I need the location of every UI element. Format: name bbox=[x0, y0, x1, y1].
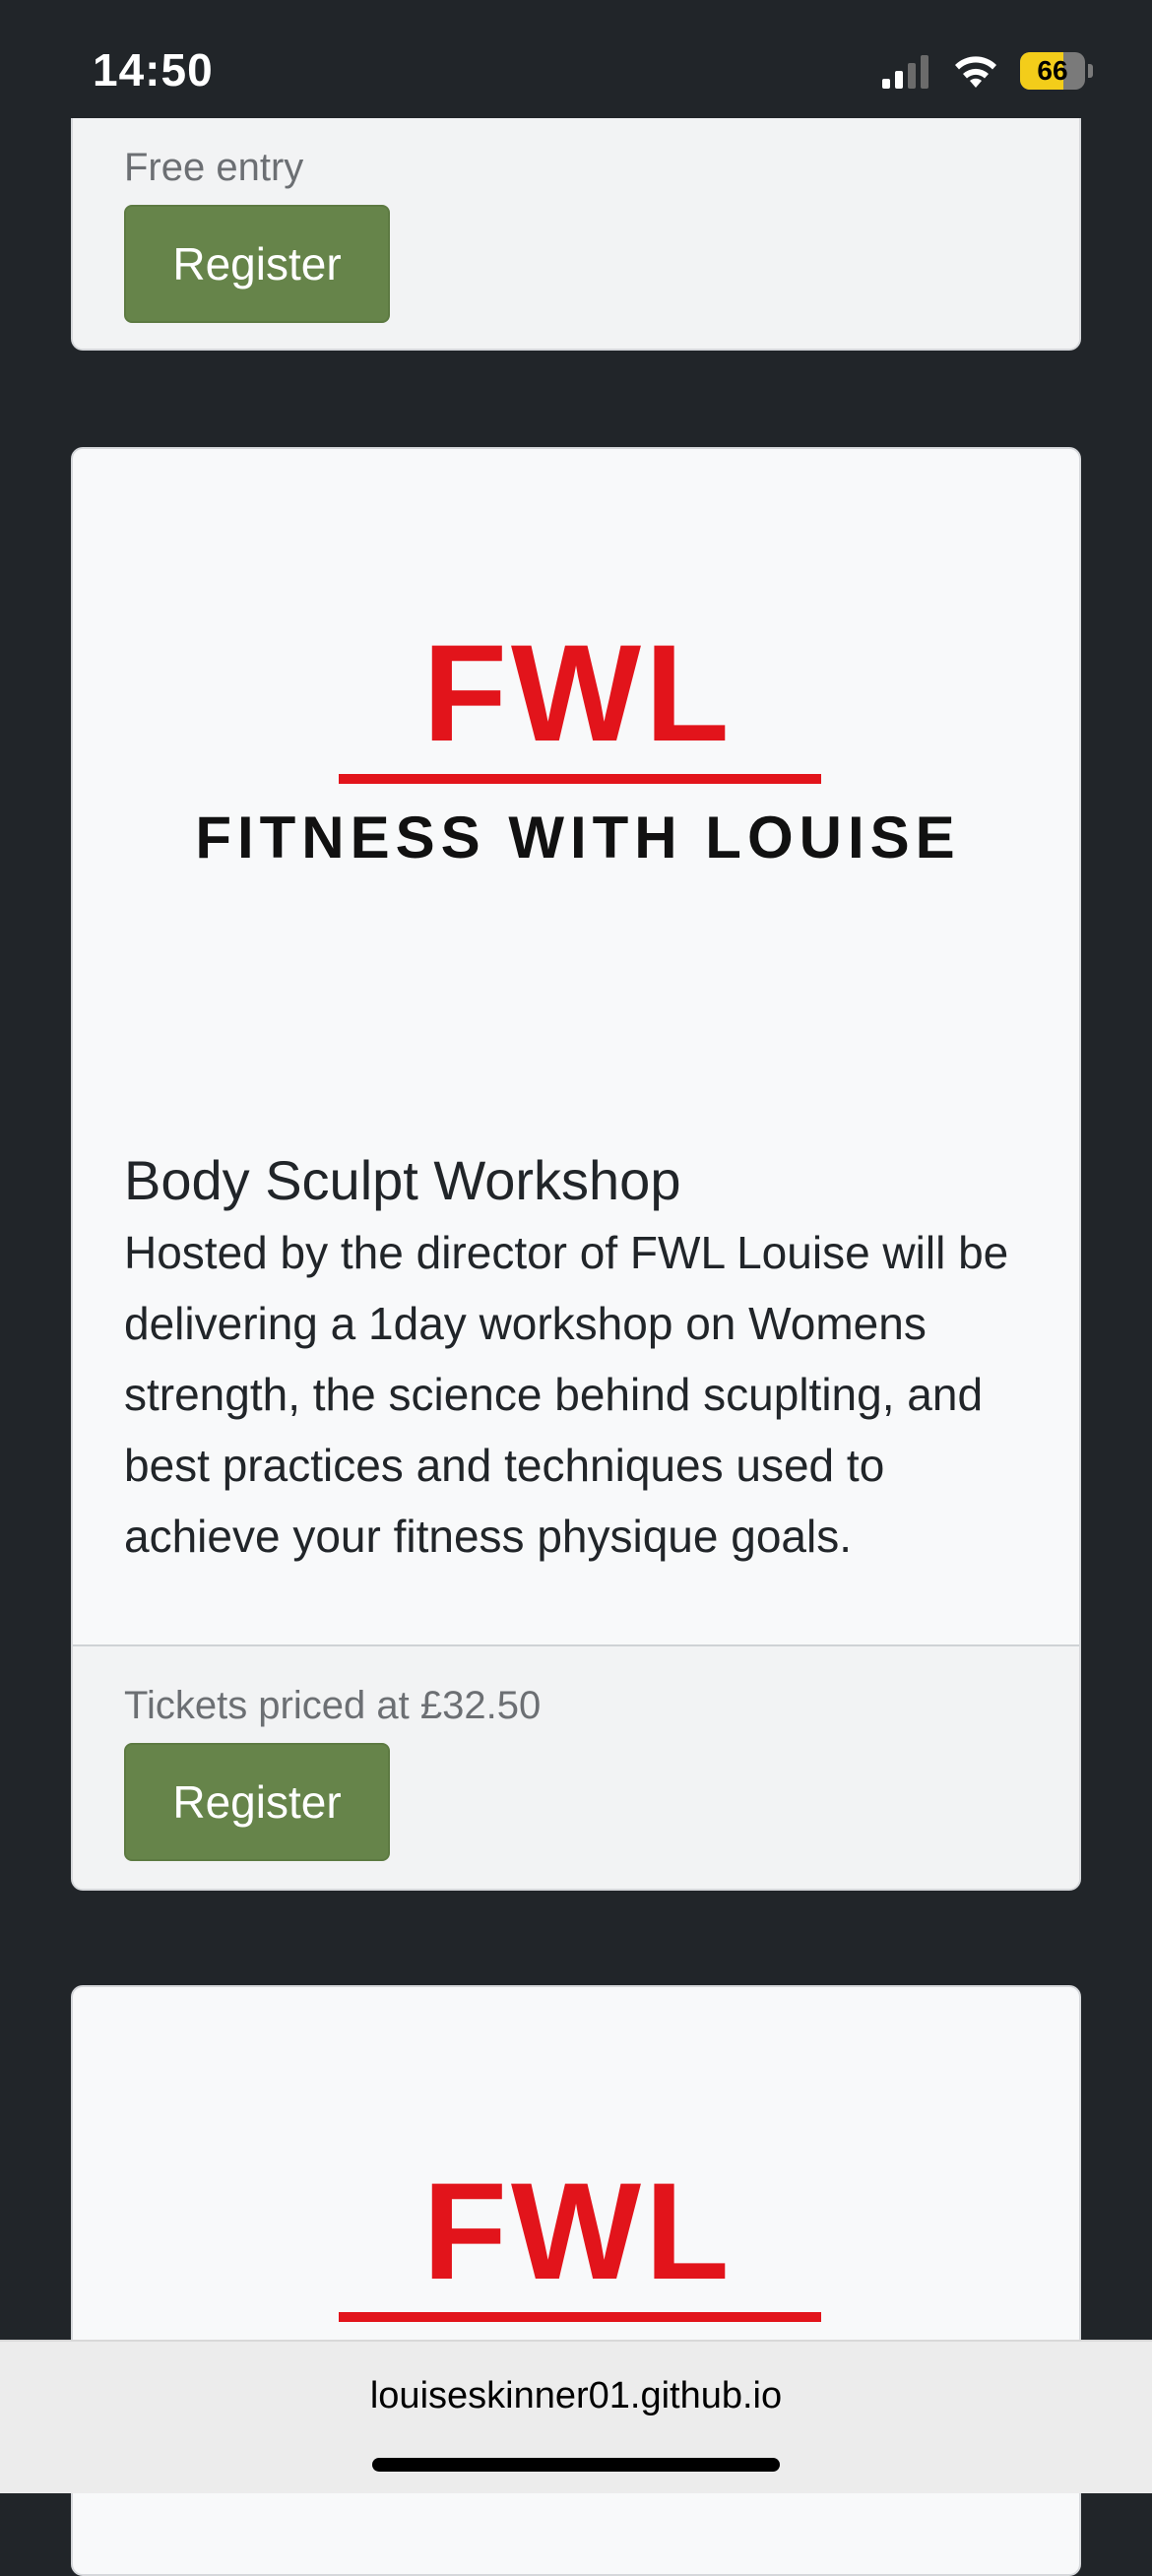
price-text: Free entry bbox=[124, 146, 304, 189]
event-card-free: Free entry Register bbox=[71, 118, 1081, 351]
status-bar: 14:50 66 bbox=[0, 0, 1152, 138]
logo-subtitle: FITNESS WITH LOUISE bbox=[195, 805, 961, 870]
browser-address-bar[interactable]: louiseskinner01.github.io bbox=[0, 2340, 1152, 2493]
cellular-signal-icon bbox=[882, 55, 928, 89]
battery-cap bbox=[1088, 64, 1093, 78]
register-button[interactable]: Register bbox=[124, 1743, 390, 1861]
logo-underline bbox=[339, 774, 821, 784]
status-icons: 66 bbox=[882, 51, 1093, 91]
logo-title: FWL bbox=[422, 2154, 734, 2308]
browser-url[interactable]: louiseskinner01.github.io bbox=[0, 2375, 1152, 2417]
card-title: Body Sculpt Workshop bbox=[124, 1149, 681, 1211]
card-description: Hosted by the director of FWL Louise wil… bbox=[124, 1227, 1009, 1562]
wifi-icon bbox=[955, 56, 996, 88]
event-card-body-sculpt: FWL FITNESS WITH LOUISE Body Sculpt Work… bbox=[71, 447, 1081, 1891]
register-button[interactable]: Register bbox=[124, 205, 390, 323]
home-indicator[interactable] bbox=[372, 2458, 780, 2472]
price-text: Tickets priced at £32.50 bbox=[124, 1684, 542, 1727]
battery-level: 66 bbox=[1037, 55, 1068, 86]
logo-title: FWL bbox=[422, 615, 734, 770]
battery-icon: 66 bbox=[1020, 52, 1085, 90]
status-time: 14:50 bbox=[93, 44, 214, 96]
logo-underline bbox=[339, 2312, 821, 2322]
